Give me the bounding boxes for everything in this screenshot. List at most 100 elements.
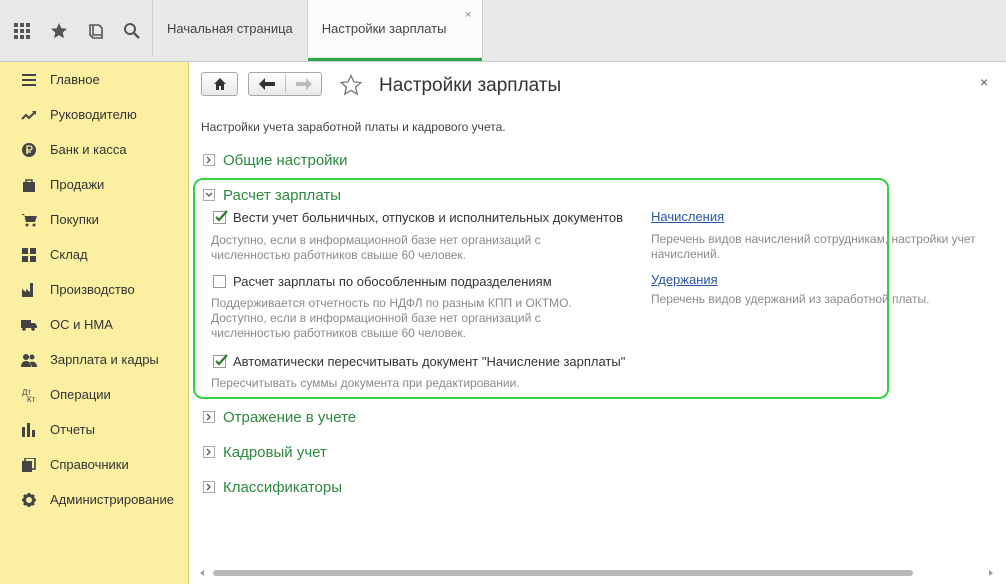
option-hint: Пересчитывать суммы документа при редакт… bbox=[211, 376, 520, 391]
group-payroll[interactable]: Расчет зарплаты bbox=[203, 184, 341, 206]
tab-label: Начальная страница bbox=[167, 21, 293, 36]
close-icon[interactable]: × bbox=[980, 74, 988, 90]
shopping-bag-icon bbox=[20, 176, 38, 194]
group-title: Классификаторы bbox=[223, 478, 343, 496]
main-content: Настройки зарплаты × Настройки учета зар… bbox=[189, 62, 1006, 584]
sidebar-item-label: Банк и касса bbox=[50, 142, 127, 157]
sidebar-item-label: Администрирование bbox=[50, 492, 174, 507]
sidebar-item-admin[interactable]: Администрирование bbox=[0, 482, 188, 517]
horizontal-scrollbar[interactable] bbox=[199, 568, 994, 578]
hint-line: Перечень видов удержаний из заработной п… bbox=[651, 292, 930, 306]
group-title: Общие настройки bbox=[223, 151, 348, 169]
star-icon[interactable] bbox=[41, 0, 77, 61]
checkbox-checked[interactable] bbox=[213, 210, 228, 224]
operations-icon: Дт Кт bbox=[20, 386, 38, 404]
expand-icon bbox=[203, 411, 215, 423]
checkmark-icon bbox=[215, 354, 228, 366]
tab-bar: Начальная страница Настройки зарплаты × bbox=[152, 0, 484, 61]
sidebar: Главное Руководителю Банк и касса Продаж… bbox=[0, 62, 189, 584]
hint-line: численностью работников свыше 60 человек… bbox=[211, 326, 467, 340]
arrow-left-icon bbox=[259, 78, 275, 90]
sidebar-item-production[interactable]: Производство bbox=[0, 272, 188, 307]
hint-line: Доступно, если в информационной базе нет… bbox=[211, 311, 541, 325]
sidebar-item-label: Операции bbox=[50, 387, 111, 402]
option-auto-recalc[interactable]: Автоматически пересчитывать документ "На… bbox=[213, 354, 625, 369]
tab-home[interactable]: Начальная страница bbox=[152, 0, 307, 57]
sidebar-item-sales[interactable]: Продажи bbox=[0, 167, 188, 202]
books-icon bbox=[20, 456, 38, 474]
hint-line: начислений. bbox=[651, 247, 721, 261]
option-hint: Доступно, если в информационной базе нет… bbox=[211, 233, 541, 263]
back-button[interactable] bbox=[249, 73, 285, 95]
checkbox-checked[interactable] bbox=[213, 354, 228, 368]
group-accounting-reflection[interactable]: Отражение в учете bbox=[203, 406, 356, 428]
group-classifiers[interactable]: Классификаторы bbox=[203, 476, 342, 498]
sidebar-item-main[interactable]: Главное bbox=[0, 62, 188, 97]
deductions-link[interactable]: Удержания bbox=[651, 272, 718, 287]
favorite-star-icon[interactable] bbox=[340, 74, 362, 96]
people-icon bbox=[20, 351, 38, 369]
hint-line: Доступно, если в информационной базе нет… bbox=[211, 233, 541, 247]
sidebar-item-reports[interactable]: Отчеты bbox=[0, 412, 188, 447]
option-sick-leave[interactable]: Вести учет больничных, отпусков и исполн… bbox=[213, 210, 623, 225]
sidebar-item-purchases[interactable]: Покупки bbox=[0, 202, 188, 237]
option-hint: Поддерживается отчетность по НДФЛ по раз… bbox=[211, 296, 572, 341]
sidebar-item-fixed-assets[interactable]: ОС и НМА bbox=[0, 307, 188, 342]
truck-icon bbox=[20, 316, 38, 334]
active-tab-indicator bbox=[307, 58, 483, 61]
option-separate-divisions[interactable]: Расчет зарплаты по обособленным подразде… bbox=[213, 274, 552, 289]
sidebar-item-manager[interactable]: Руководителю bbox=[0, 97, 188, 132]
svg-text:Кт: Кт bbox=[27, 395, 36, 402]
hint-line: Пересчитывать суммы документа при редакт… bbox=[211, 376, 520, 390]
bar-chart-icon bbox=[20, 421, 38, 439]
search-icon[interactable] bbox=[114, 0, 150, 61]
close-tab-icon[interactable]: × bbox=[465, 9, 471, 21]
page-title: Настройки зарплаты bbox=[379, 75, 562, 96]
option-label: Вести учет больничных, отпусков и исполн… bbox=[233, 210, 623, 225]
accruals-link[interactable]: Начисления bbox=[651, 209, 724, 224]
apps-grid-icon[interactable] bbox=[4, 0, 40, 61]
scrollbar-thumb[interactable] bbox=[213, 570, 913, 576]
option-label: Расчет зарплаты по обособленным подразде… bbox=[233, 274, 552, 289]
sidebar-item-label: Зарплата и кадры bbox=[50, 352, 159, 367]
collapse-icon bbox=[203, 189, 215, 201]
group-general-settings[interactable]: Общие настройки bbox=[203, 149, 348, 171]
expand-icon bbox=[203, 481, 215, 493]
link-hint: Перечень видов начислений сотрудникам, н… bbox=[651, 232, 976, 262]
home-icon bbox=[214, 78, 226, 90]
sidebar-item-bank[interactable]: Банк и касса bbox=[0, 132, 188, 167]
sidebar-item-label: ОС и НМА bbox=[50, 317, 113, 332]
history-nav-group bbox=[248, 72, 322, 96]
sidebar-item-label: Продажи bbox=[50, 177, 105, 192]
checkbox-unchecked[interactable] bbox=[213, 275, 226, 288]
option-label: Автоматически пересчитывать документ "На… bbox=[233, 354, 626, 369]
expand-icon bbox=[203, 154, 215, 166]
factory-icon bbox=[20, 281, 38, 299]
ruble-coin-icon bbox=[20, 141, 38, 159]
home-button[interactable] bbox=[201, 72, 238, 96]
checkmark-icon bbox=[215, 210, 228, 222]
top-bar: Начальная страница Настройки зарплаты × bbox=[0, 0, 1006, 62]
sidebar-item-label: Покупки bbox=[50, 212, 99, 227]
group-title: Расчет зарплаты bbox=[223, 186, 341, 204]
sidebar-item-operations[interactable]: Дт Кт Операции bbox=[0, 377, 188, 412]
history-icon[interactable] bbox=[78, 0, 114, 61]
sidebar-item-warehouse[interactable]: Склад bbox=[0, 237, 188, 272]
trend-icon bbox=[20, 106, 38, 124]
scroll-right-icon[interactable] bbox=[988, 570, 994, 576]
scroll-left-icon[interactable] bbox=[199, 570, 205, 576]
sidebar-item-label: Склад bbox=[50, 247, 88, 262]
tab-label: Настройки зарплаты bbox=[321, 21, 447, 36]
arrow-right-icon bbox=[296, 78, 312, 90]
group-hr[interactable]: Кадровый учет bbox=[203, 441, 327, 463]
hint-line: Поддерживается отчетность по НДФЛ по раз… bbox=[211, 296, 572, 310]
hint-line: численностью работников свыше 60 человек… bbox=[211, 248, 467, 262]
tab-salary-settings[interactable]: Настройки зарплаты × bbox=[306, 0, 484, 61]
sidebar-item-salary-hr[interactable]: Зарплата и кадры bbox=[0, 342, 188, 377]
sidebar-item-label: Справочники bbox=[50, 457, 129, 472]
forward-button[interactable] bbox=[286, 73, 322, 95]
expand-icon bbox=[203, 446, 215, 458]
sidebar-item-directories[interactable]: Справочники bbox=[0, 447, 188, 482]
cart-icon bbox=[20, 211, 38, 229]
link-hint: Перечень видов удержаний из заработной п… bbox=[651, 292, 929, 307]
